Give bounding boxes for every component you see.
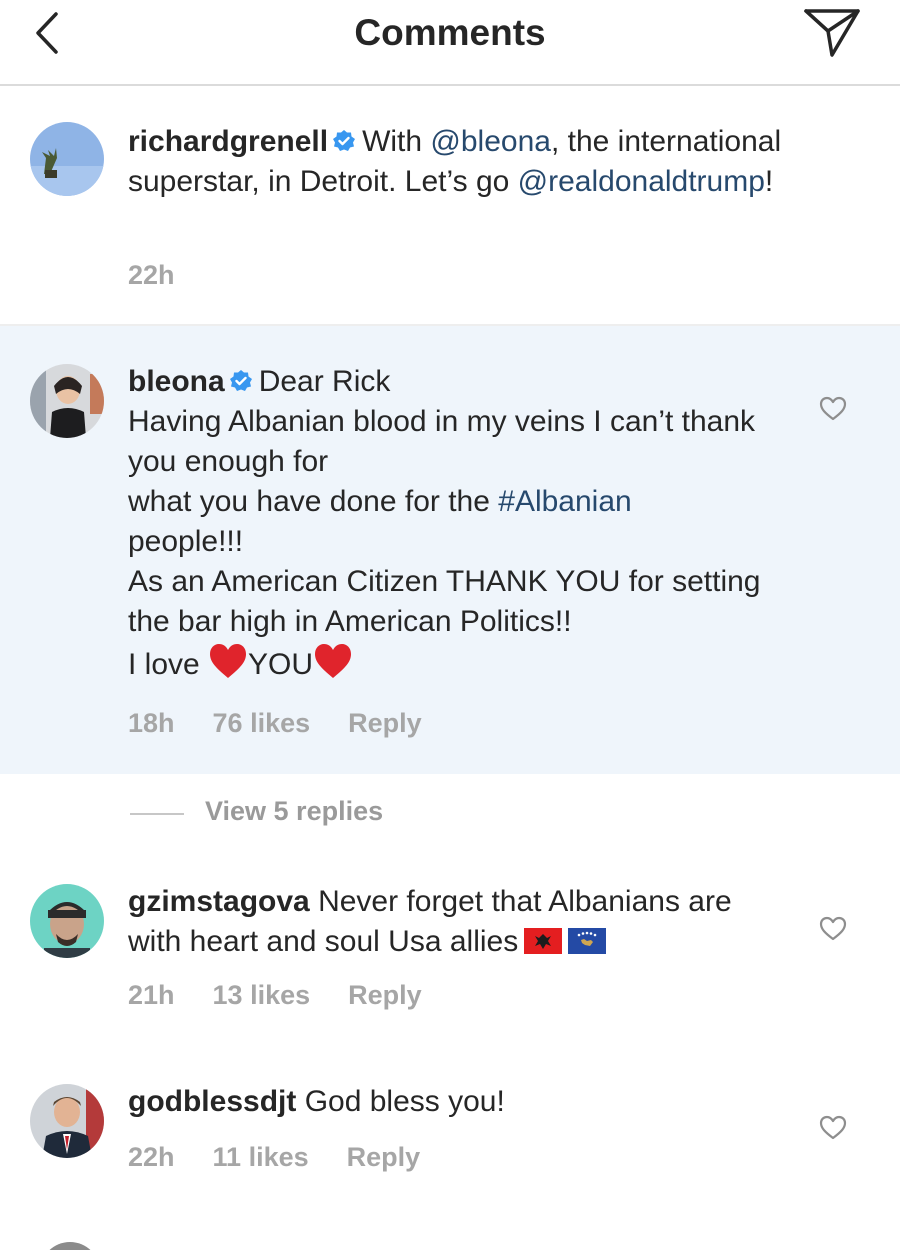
avatar-image xyxy=(30,884,104,958)
heart-outline-icon xyxy=(819,1115,847,1140)
comment-text: gzimstagova Never forget that Albanians … xyxy=(128,882,788,962)
red-heart-emoji-icon xyxy=(210,644,247,678)
like-button[interactable] xyxy=(818,914,848,942)
like-button[interactable] xyxy=(818,394,848,422)
comment-meta: 22h 11 likes Reply xyxy=(128,1142,458,1173)
comment-line: I love xyxy=(128,648,209,681)
avatar-godblessdjt[interactable] xyxy=(30,1084,104,1158)
comment-line: people!!! xyxy=(128,525,244,558)
caption-meta: 22h xyxy=(128,260,213,291)
like-button[interactable] xyxy=(818,1113,848,1141)
timestamp: 22h xyxy=(128,1142,175,1172)
comment-line: Having Albanian blood in my veins I can’… xyxy=(128,405,756,478)
like-count[interactable]: 13 likes xyxy=(213,980,311,1010)
username[interactable]: gzimstagova xyxy=(128,885,310,918)
heart-outline-icon xyxy=(819,916,847,941)
avatar-gzimstagova[interactable] xyxy=(30,884,104,958)
mention-link[interactable]: @realdonaldtrump xyxy=(518,165,765,198)
avatar-image xyxy=(30,364,104,438)
like-count[interactable]: 76 likes xyxy=(213,708,311,738)
username[interactable]: godblessdjt xyxy=(128,1085,296,1118)
comment-line: YOU xyxy=(248,648,314,681)
post-caption: richardgrenell With @bleona, the internat… xyxy=(0,88,900,326)
reply-button[interactable]: Reply xyxy=(348,708,422,738)
reply-button[interactable]: Reply xyxy=(348,980,422,1010)
reply-button[interactable]: Reply xyxy=(347,1142,421,1172)
divider-line xyxy=(130,813,184,815)
caption-text-end: ! xyxy=(764,165,774,198)
hashtag-link[interactable]: #Albanian xyxy=(498,485,631,518)
username[interactable]: bleona xyxy=(128,365,225,398)
red-heart-emoji-icon xyxy=(315,644,352,678)
page-title: Comments xyxy=(354,12,546,53)
username[interactable]: richardgrenell xyxy=(128,125,328,158)
comment-text: bleona Dear Rick Having Albanian blood in… xyxy=(128,362,808,685)
heart-outline-icon xyxy=(819,396,847,421)
caption-text: richardgrenell With @bleona, the internat… xyxy=(128,122,808,202)
verified-badge-icon xyxy=(333,130,356,151)
mention-link[interactable]: @bleona xyxy=(430,125,551,158)
comment-meta: 21h 13 likes Reply xyxy=(128,980,460,1011)
kosovo-flag-icon xyxy=(568,928,607,954)
caption-text-start: With xyxy=(362,125,431,158)
avatar-bleona[interactable] xyxy=(30,364,104,438)
timestamp: 22h xyxy=(128,260,175,290)
comment-text: godblessdjt God bless you! xyxy=(128,1082,808,1122)
comment-line: Dear Rick xyxy=(258,365,391,398)
avatar-image xyxy=(30,122,104,196)
avatar-richardgrenell[interactable] xyxy=(30,122,104,196)
avatar-image xyxy=(30,1084,104,1158)
paper-plane-icon xyxy=(804,9,860,57)
timestamp: 21h xyxy=(128,980,175,1010)
timestamp: 18h xyxy=(128,708,175,738)
comment-line: what you have done for the xyxy=(128,485,499,518)
share-button[interactable] xyxy=(802,5,862,59)
like-count[interactable]: 11 likes xyxy=(213,1142,309,1172)
albania-flag-icon xyxy=(524,928,563,954)
avatar-next-comment[interactable] xyxy=(40,1242,100,1250)
comment-meta: 18h 76 likes Reply xyxy=(128,708,460,739)
view-replies-label: View 5 replies xyxy=(205,796,384,826)
comment-line: As an American Citizen THANK YOU for set… xyxy=(128,565,761,638)
verified-badge-icon xyxy=(229,370,252,391)
comments-header: Comments xyxy=(0,0,900,86)
comment-body: God bless you! xyxy=(304,1085,505,1118)
